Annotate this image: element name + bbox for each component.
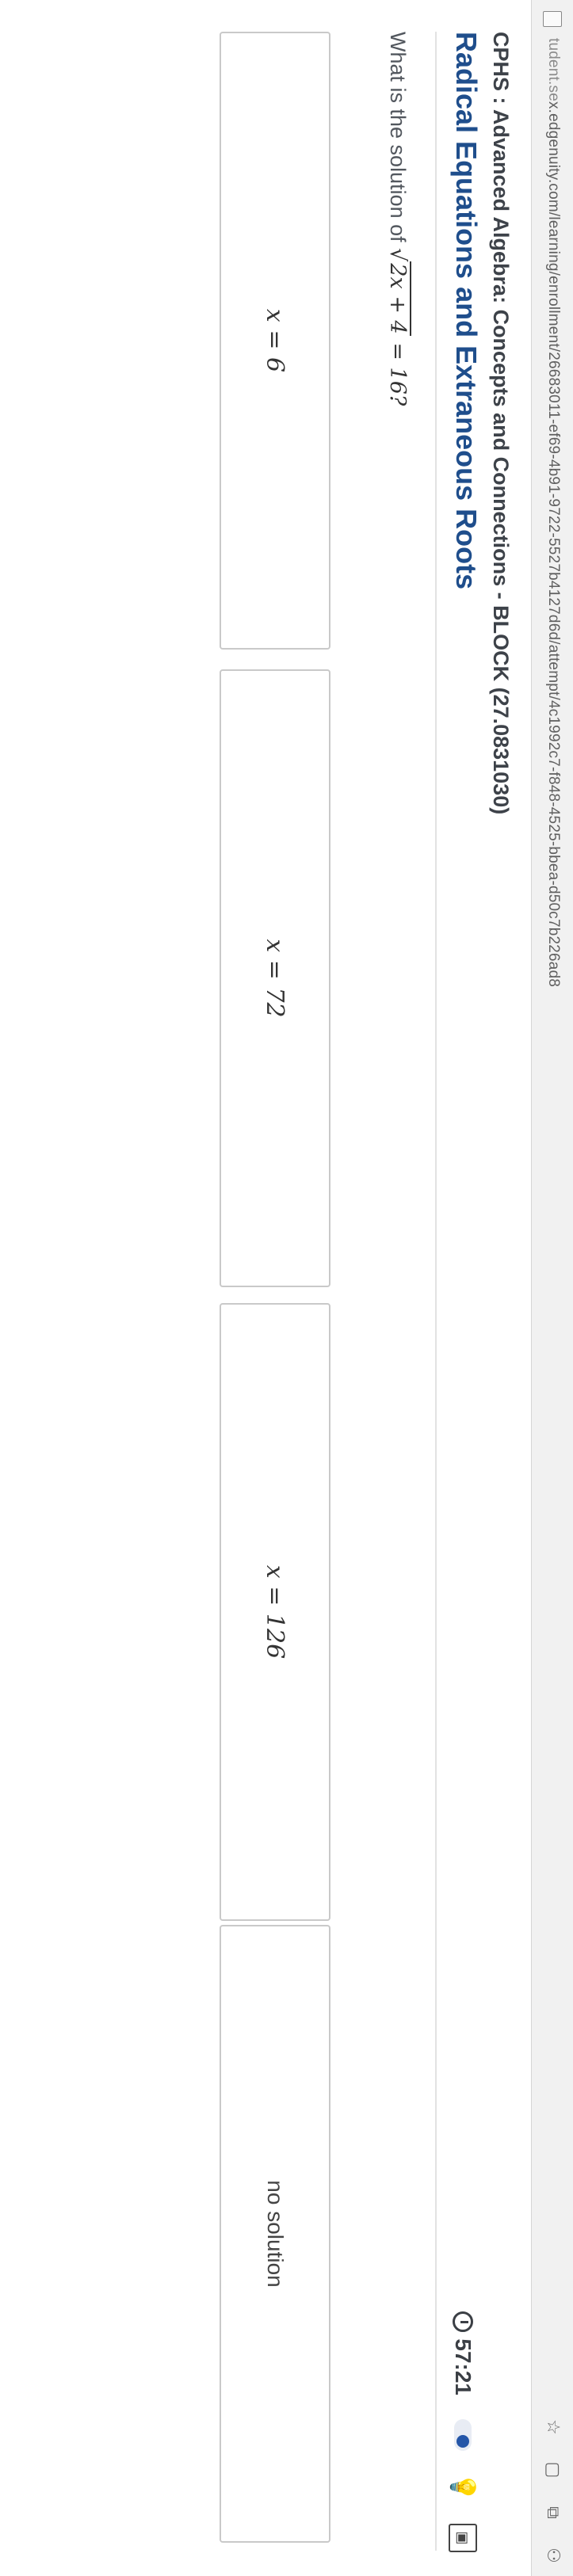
answer-choice-1[interactable]: x = 6	[220, 32, 330, 650]
profile-icon[interactable]: ⚇	[541, 2543, 566, 2568]
choice-label: x = 126	[261, 1564, 289, 1660]
browser-address-bar[interactable]: tudent.sex.edgenuity.com/learning/enroll…	[531, 0, 573, 2576]
url-rest: x.edgenuity.com/learning/enrollment/2668…	[545, 101, 562, 988]
header-divider	[435, 32, 437, 2551]
answer-choice-2[interactable]: x = 72	[220, 669, 330, 1287]
question-prompt: What is the solution of √2x + 4 = 16?	[385, 32, 411, 406]
timer-value: 57:21	[451, 2338, 476, 2395]
lightbulb-icon[interactable]: 💡	[448, 2472, 478, 2502]
choice-label: x = 6	[261, 308, 289, 373]
browser-toolbar: ☆ ▢ ⧉ ⚇	[541, 2414, 566, 2568]
lesson-title: Radical Equations and Extraneous Roots	[450, 32, 483, 590]
question-rhs: = 16?	[385, 335, 410, 406]
extension-icon[interactable]: ⧉	[541, 2500, 566, 2525]
choice-label: no solution	[263, 2180, 288, 2288]
timer: 57:21	[450, 2311, 476, 2395]
page-info-icon[interactable]	[543, 11, 562, 27]
question-equation: √2x + 4 = 16?	[385, 248, 411, 406]
url-lead: tudent.se	[545, 38, 562, 101]
lesson-page: tudent.sex.edgenuity.com/learning/enroll…	[0, 0, 573, 2576]
answer-choice-4[interactable]: no solution	[220, 1925, 330, 2543]
radical: √2x + 4	[385, 248, 411, 336]
toolbox-icon[interactable]: ▣	[449, 2524, 477, 2552]
question-prefix: What is the solution of	[386, 32, 410, 249]
timer-icon	[453, 2311, 473, 2333]
progress-toggle[interactable]	[454, 2419, 472, 2451]
answer-choice-3[interactable]: x = 126	[220, 1303, 330, 1921]
header-tools: 57:21 💡 ▣	[448, 2311, 478, 2552]
radicand: 2x + 4	[385, 261, 411, 336]
choice-label: x = 72	[261, 939, 289, 1018]
course-name: CPHS : Advanced Algebra: Concepts and Co…	[489, 32, 513, 815]
star-icon[interactable]: ☆	[541, 2414, 566, 2440]
reading-list-icon[interactable]: ▢	[541, 2457, 566, 2483]
url-text[interactable]: tudent.sex.edgenuity.com/learning/enroll…	[544, 38, 562, 987]
